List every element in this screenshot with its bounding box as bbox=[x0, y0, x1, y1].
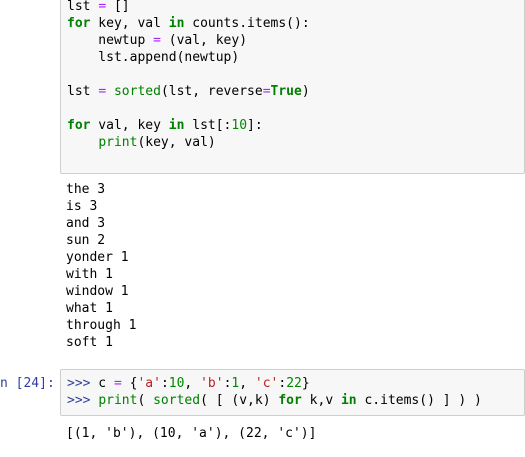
code-token: lst[: bbox=[184, 118, 232, 133]
code-token: lst.append(newtup) bbox=[67, 50, 240, 65]
code-token: [] bbox=[106, 0, 130, 14]
code-line-2[interactable]: >>> print( sorted( [ (v,k) for k,v in c.… bbox=[67, 392, 482, 409]
code-token: >>> bbox=[67, 376, 91, 391]
output-line: and 3 bbox=[66, 216, 106, 231]
code-token: } bbox=[301, 376, 310, 391]
code-cell-2[interactable]: >>> c = {'a':10, 'b':1, 'c':22} >>> prin… bbox=[60, 369, 525, 416]
output-line: through 1 bbox=[66, 318, 137, 333]
code-token: 10 bbox=[168, 376, 185, 391]
code-line-3[interactable]: newtup = (val, key) bbox=[67, 32, 247, 49]
output-line: soft 1 bbox=[66, 335, 113, 350]
code-token: c bbox=[90, 376, 114, 391]
code-token: newtup bbox=[67, 33, 154, 48]
code-token: in bbox=[168, 118, 185, 133]
code-token: counts.items(): bbox=[184, 16, 310, 31]
code-line-6[interactable]: lst = sorted(lst, reverse=True) bbox=[67, 83, 310, 100]
code-token: in bbox=[340, 393, 357, 408]
code-line-2[interactable]: for key, val in counts.items(): bbox=[67, 15, 310, 32]
code-token: for bbox=[278, 393, 302, 408]
code-token: = bbox=[98, 0, 107, 14]
output-line: yonder 1 bbox=[66, 250, 129, 265]
code-token: 10 bbox=[231, 118, 248, 133]
code-token: 22 bbox=[286, 376, 302, 391]
code-token: ( [ (v,k) bbox=[200, 393, 279, 408]
code-token: >>> bbox=[67, 393, 91, 408]
code-token: , bbox=[239, 376, 255, 391]
output-line-2: [(1, 'b'), (10, 'a'), (22, 'c')] bbox=[66, 426, 317, 441]
code-line-4[interactable]: lst.append(newtup) bbox=[67, 49, 239, 66]
code-token: : bbox=[278, 376, 287, 391]
code-token: key, val bbox=[90, 16, 169, 31]
code-token: (lst, reverse bbox=[160, 84, 263, 99]
output-line: is 3 bbox=[66, 199, 98, 214]
code-token: lst bbox=[67, 84, 99, 99]
code-token: 'b' bbox=[200, 376, 224, 391]
code-token: c.items() ] ) ) bbox=[356, 393, 482, 408]
code-token: print bbox=[98, 393, 138, 408]
code-token: for bbox=[67, 16, 91, 31]
output-line: sun 2 bbox=[66, 233, 106, 248]
code-token: 'c' bbox=[254, 376, 279, 391]
code-token: lst bbox=[67, 0, 99, 14]
code-token: (key, val) bbox=[137, 135, 216, 150]
code-token: = bbox=[98, 84, 107, 99]
code-token: val, key bbox=[90, 118, 169, 133]
notebook-page: lst = [] for key, val in counts.items():… bbox=[0, 0, 525, 457]
code-token: 'a' bbox=[137, 376, 161, 391]
code-token: sorted bbox=[153, 393, 201, 408]
output-line: window 1 bbox=[66, 284, 129, 299]
code-line-9[interactable]: print(key, val) bbox=[67, 134, 216, 151]
code-token: k,v bbox=[301, 393, 341, 408]
code-token: = bbox=[113, 376, 122, 391]
output-line: the 3 bbox=[66, 182, 106, 197]
input-prompt: n [24]: bbox=[0, 376, 55, 391]
output-line: with 1 bbox=[66, 267, 113, 282]
code-line-8[interactable]: for val, key in lst[:10]: bbox=[67, 117, 263, 134]
code-token: { bbox=[121, 376, 138, 391]
code-line-1[interactable]: >>> c = {'a':10, 'b':1, 'c':22} bbox=[67, 375, 310, 392]
code-token: : bbox=[160, 376, 169, 391]
code-token: for bbox=[67, 118, 91, 133]
code-token: = bbox=[153, 33, 161, 48]
code-token: ) bbox=[301, 84, 310, 99]
code-token: (val, key) bbox=[160, 33, 248, 48]
code-line-1[interactable]: lst = [] bbox=[67, 0, 130, 15]
code-token: print bbox=[98, 135, 138, 150]
code-token: , bbox=[184, 376, 201, 391]
code-token: in bbox=[168, 16, 185, 31]
output-line: what 1 bbox=[66, 301, 113, 316]
code-token: sorted bbox=[113, 84, 161, 99]
code-cell-1[interactable]: lst = [] for key, val in counts.items():… bbox=[60, 0, 525, 174]
code-token: ]: bbox=[247, 118, 263, 133]
code-token: = bbox=[262, 84, 271, 99]
code-token: ( bbox=[137, 393, 154, 408]
code-token: True bbox=[270, 84, 302, 99]
